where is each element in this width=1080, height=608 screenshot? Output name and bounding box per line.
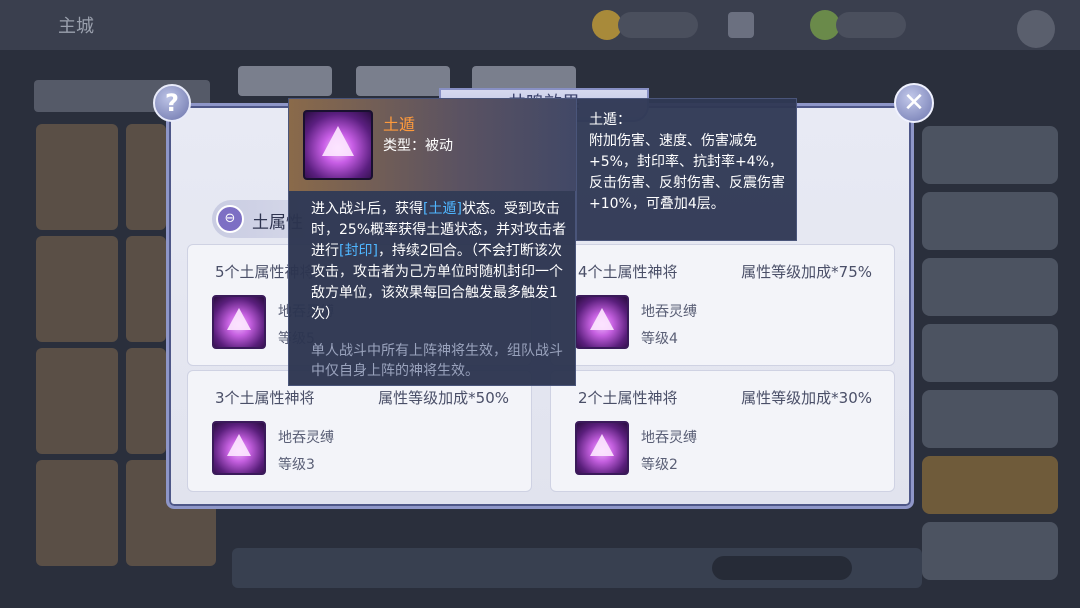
tooltip-note: 单人战斗中所有上阵神将生效，组队战斗中仅自身上阵的神将生效。 bbox=[311, 343, 563, 379]
gold-currency bbox=[618, 12, 698, 38]
jade-currency bbox=[836, 12, 906, 38]
skill-icon[interactable] bbox=[212, 421, 266, 475]
bottom-button[interactable] bbox=[712, 556, 852, 580]
side-entry[interactable] bbox=[922, 192, 1058, 250]
skill-name: 地吞灵缚 bbox=[278, 430, 334, 446]
skill-name: 地吞灵缚 bbox=[641, 430, 697, 446]
skill-level: 等级4 bbox=[641, 331, 678, 347]
tooltip-skill-name: 土遁 bbox=[383, 115, 416, 134]
side-entry[interactable] bbox=[922, 126, 1058, 184]
side-entry[interactable] bbox=[922, 258, 1058, 316]
earth-escape-icon bbox=[303, 110, 373, 180]
side-entry[interactable] bbox=[922, 456, 1058, 514]
side-entry[interactable] bbox=[922, 390, 1058, 448]
hero-card[interactable] bbox=[36, 348, 118, 454]
screen-close-button[interactable] bbox=[1017, 10, 1055, 48]
back-label[interactable]: 主城 bbox=[58, 12, 94, 38]
skill-name: 地吞灵缚 bbox=[641, 304, 697, 320]
skill-icon[interactable] bbox=[212, 295, 266, 349]
status-tooltip-body: 附加伤害、速度、伤害减免+5%，封印率、抗封率+4%，反击伤害、反射伤害、反震伤… bbox=[589, 133, 785, 212]
bg-tab-1[interactable] bbox=[238, 66, 332, 96]
close-button[interactable]: ✕ bbox=[894, 83, 934, 123]
hero-card[interactable] bbox=[126, 124, 166, 230]
tier-bonus: 属性等级加成*75% bbox=[741, 263, 872, 281]
earth-attribute-icon: ⊖ bbox=[216, 205, 244, 233]
tier-title: 2个土属性神将 bbox=[578, 389, 678, 407]
add-currency-icon[interactable] bbox=[728, 12, 754, 38]
bg-tab-2[interactable] bbox=[356, 66, 450, 96]
tooltip-description: 进入战斗后，获得[土遁]状态。受到攻击时，25%概率获得土遁状态，并对攻击者进行… bbox=[311, 199, 569, 325]
seal-link[interactable]: [封印] bbox=[339, 243, 378, 259]
skill-level: 等级2 bbox=[641, 457, 678, 473]
status-tooltip-title: 土遁： bbox=[589, 112, 631, 128]
help-button[interactable]: ? bbox=[153, 84, 191, 122]
status-link[interactable]: [土遁] bbox=[423, 201, 462, 217]
skill-icon[interactable] bbox=[575, 421, 629, 475]
hero-card[interactable] bbox=[36, 236, 118, 342]
tier-title: 3个土属性神将 bbox=[215, 389, 315, 407]
side-entry[interactable] bbox=[922, 522, 1058, 580]
skill-tooltip: 土遁 类型：被动 进入战斗后，获得[土遁]状态。受到攻击时，25%概率获得土遁状… bbox=[288, 98, 577, 386]
status-tooltip: 土遁： 附加伤害、速度、伤害减免+5%，封印率、抗封率+4%，反击伤害、反射伤害… bbox=[576, 98, 797, 241]
hero-card[interactable] bbox=[36, 460, 118, 566]
tooltip-skill-type: 类型：被动 bbox=[383, 138, 453, 154]
hero-card[interactable] bbox=[126, 348, 166, 454]
tier-card-4: 4个土属性神将 属性等级加成*75% 地吞灵缚 等级4 bbox=[550, 244, 895, 366]
tier-title: 4个土属性神将 bbox=[578, 263, 678, 281]
side-entry[interactable] bbox=[922, 324, 1058, 382]
hero-card[interactable] bbox=[126, 236, 166, 342]
tier-card-3: 3个土属性神将 属性等级加成*50% 地吞灵缚 等级3 bbox=[187, 370, 532, 492]
desc-text: 进入战斗后，获得 bbox=[311, 201, 423, 217]
hero-card[interactable] bbox=[36, 124, 118, 230]
top-bar bbox=[0, 0, 1080, 50]
tier-bonus: 属性等级加成*50% bbox=[378, 389, 509, 407]
skill-level: 等级3 bbox=[278, 457, 315, 473]
tier-card-2: 2个土属性神将 属性等级加成*30% 地吞灵缚 等级2 bbox=[550, 370, 895, 492]
tier-bonus: 属性等级加成*30% bbox=[741, 389, 872, 407]
skill-icon[interactable] bbox=[575, 295, 629, 349]
